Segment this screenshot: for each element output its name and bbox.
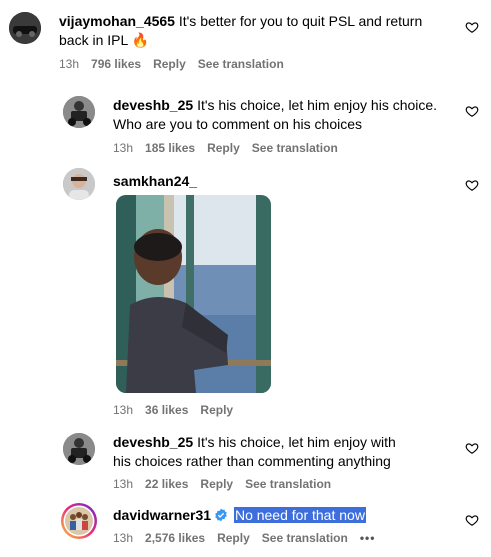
fire-emoji: 🔥	[131, 32, 150, 48]
verified-badge-icon	[215, 508, 227, 522]
reply-button[interactable]: Reply	[217, 531, 250, 545]
likes-count[interactable]: 22 likes	[145, 477, 188, 491]
likes-count[interactable]: 36 likes	[145, 403, 188, 417]
comment-text-selected: No need for that now	[233, 507, 366, 523]
reply-button[interactable]: Reply	[200, 477, 233, 491]
more-options-icon[interactable]: •••	[360, 531, 376, 545]
timestamp: 13h	[113, 403, 134, 417]
avatar[interactable]	[9, 12, 41, 44]
username[interactable]: deveshb_25	[113, 97, 193, 113]
comment-photo[interactable]	[116, 195, 271, 393]
comment-deveshb-2: deveshb_25 It's his choice, let him enjo…	[0, 425, 491, 495]
see-translation-button[interactable]: See translation	[198, 57, 284, 71]
heart-outline-icon[interactable]	[465, 441, 479, 455]
reply-button[interactable]: Reply	[153, 57, 186, 71]
timestamp: 13h	[113, 531, 134, 545]
comment-deveshb-1: deveshb_25 It's his choice, let him enjo…	[0, 88, 491, 158]
heart-outline-icon[interactable]	[465, 178, 479, 192]
heart-outline-icon[interactable]	[465, 20, 479, 34]
see-translation-button[interactable]: See translation	[252, 141, 338, 155]
see-translation-button[interactable]: See translation	[262, 531, 348, 545]
username[interactable]: deveshb_25	[113, 434, 193, 450]
timestamp: 13h	[113, 141, 134, 155]
avatar[interactable]	[61, 503, 97, 539]
avatar[interactable]	[63, 168, 95, 200]
username[interactable]: davidwarner31	[113, 507, 211, 523]
username[interactable]: samkhan24_	[113, 173, 197, 189]
timestamp: 13h	[59, 57, 80, 71]
see-translation-button[interactable]: See translation	[245, 477, 331, 491]
reply-button[interactable]: Reply	[207, 141, 240, 155]
avatar[interactable]	[63, 96, 95, 128]
avatar[interactable]	[63, 433, 95, 465]
heart-outline-icon[interactable]	[465, 104, 479, 118]
comment-vijaymohan: vijaymohan_4565 It's better for you to q…	[0, 0, 491, 80]
heart-outline-icon[interactable]	[465, 513, 479, 527]
likes-count[interactable]: 796 likes	[91, 57, 141, 71]
likes-count[interactable]: 185 likes	[145, 141, 195, 155]
likes-count[interactable]: 2,576 likes	[145, 531, 205, 545]
reply-button[interactable]: Reply	[200, 403, 233, 417]
username[interactable]: vijaymohan_4565	[59, 13, 175, 29]
comment-davidwarner: davidwarner31 No need for that now 13h 2…	[0, 500, 491, 557]
timestamp: 13h	[113, 477, 134, 491]
